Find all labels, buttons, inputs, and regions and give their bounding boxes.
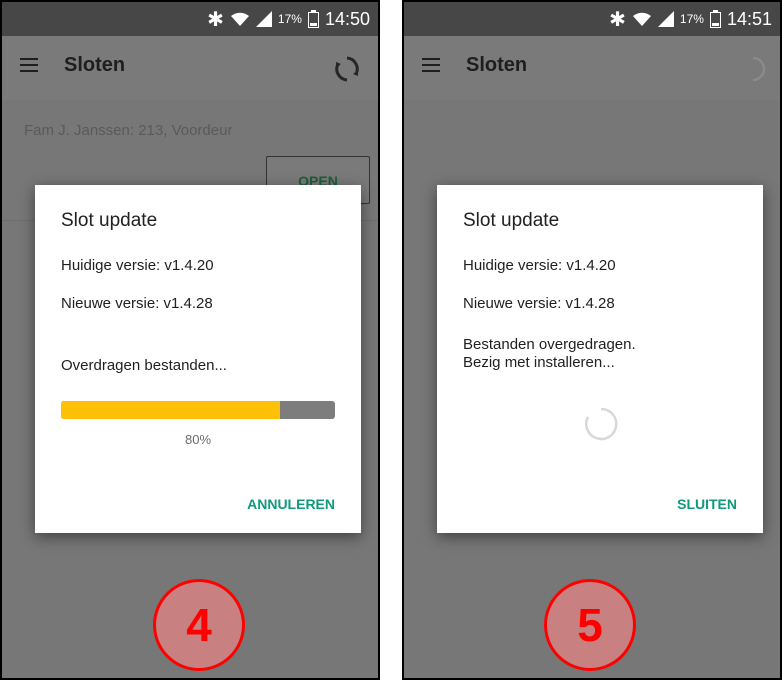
loading-spinner-icon <box>752 56 766 82</box>
wifi-icon <box>230 12 249 26</box>
new-version: Nieuwe versie: v1.4.28 <box>61 295 213 312</box>
battery-icon <box>709 10 721 28</box>
lock-name: Fam J. Janssen: 213, Voordeur <box>24 122 233 139</box>
status-time: 14:51 <box>726 8 772 29</box>
sync-icon[interactable] <box>332 54 362 84</box>
signal-icon <box>657 11 674 27</box>
update-dialog: Slot update Huidige versie: v1.4.20 Nieu… <box>437 185 763 533</box>
battery-icon <box>307 10 319 28</box>
phone-screen-right: ✱ 17% 14:51 Sloten Slot update Huidige v… <box>402 0 782 680</box>
update-dialog: Slot update Huidige versie: v1.4.20 Nieu… <box>35 185 361 533</box>
progress-fill <box>61 401 281 419</box>
bluetooth-icon: ✱ <box>609 8 626 31</box>
current-version: Huidige versie: v1.4.20 <box>61 257 214 274</box>
menu-icon[interactable] <box>422 58 440 72</box>
install-status-line-1: Bestanden overgedragen. <box>463 336 636 353</box>
status-time: 14:50 <box>324 8 370 29</box>
install-status: Bestanden overgedragen. Bezig met instal… <box>463 336 743 372</box>
progress-bar <box>61 401 335 419</box>
phone-screen-left: ✱ 17% 14:50 Sloten Fam J. Janssen: 213, … <box>0 0 380 680</box>
battery-percentage: 17% <box>679 12 704 26</box>
app-title: Sloten <box>64 54 126 76</box>
dialog-title: Slot update <box>463 210 560 231</box>
progress-percentage: 80% <box>184 432 212 447</box>
signal-icon <box>255 11 272 27</box>
transfer-status: Overdragen bestanden... <box>61 357 227 374</box>
close-button[interactable]: SLUITEN <box>677 496 737 512</box>
loading-spinner-icon <box>585 407 618 441</box>
battery-percentage: 17% <box>277 12 302 26</box>
dialog-title: Slot update <box>61 210 158 231</box>
current-version: Huidige versie: v1.4.20 <box>463 257 616 274</box>
install-status-line-2: Bezig met installeren... <box>463 354 615 371</box>
status-bar: ✱ 17% 14:51 <box>404 2 780 36</box>
step-marker-4: 4 <box>153 579 245 671</box>
status-bar: ✱ 17% 14:50 <box>2 2 378 36</box>
app-title: Sloten <box>466 54 528 76</box>
wifi-icon <box>632 12 651 26</box>
new-version: Nieuwe versie: v1.4.28 <box>463 295 615 312</box>
app-bar: Sloten <box>404 36 780 100</box>
app-bar: Sloten <box>2 36 378 100</box>
bluetooth-icon: ✱ <box>207 8 224 31</box>
step-marker-5: 5 <box>544 579 636 671</box>
cancel-button[interactable]: ANNULEREN <box>247 496 335 512</box>
menu-icon[interactable] <box>20 58 38 72</box>
